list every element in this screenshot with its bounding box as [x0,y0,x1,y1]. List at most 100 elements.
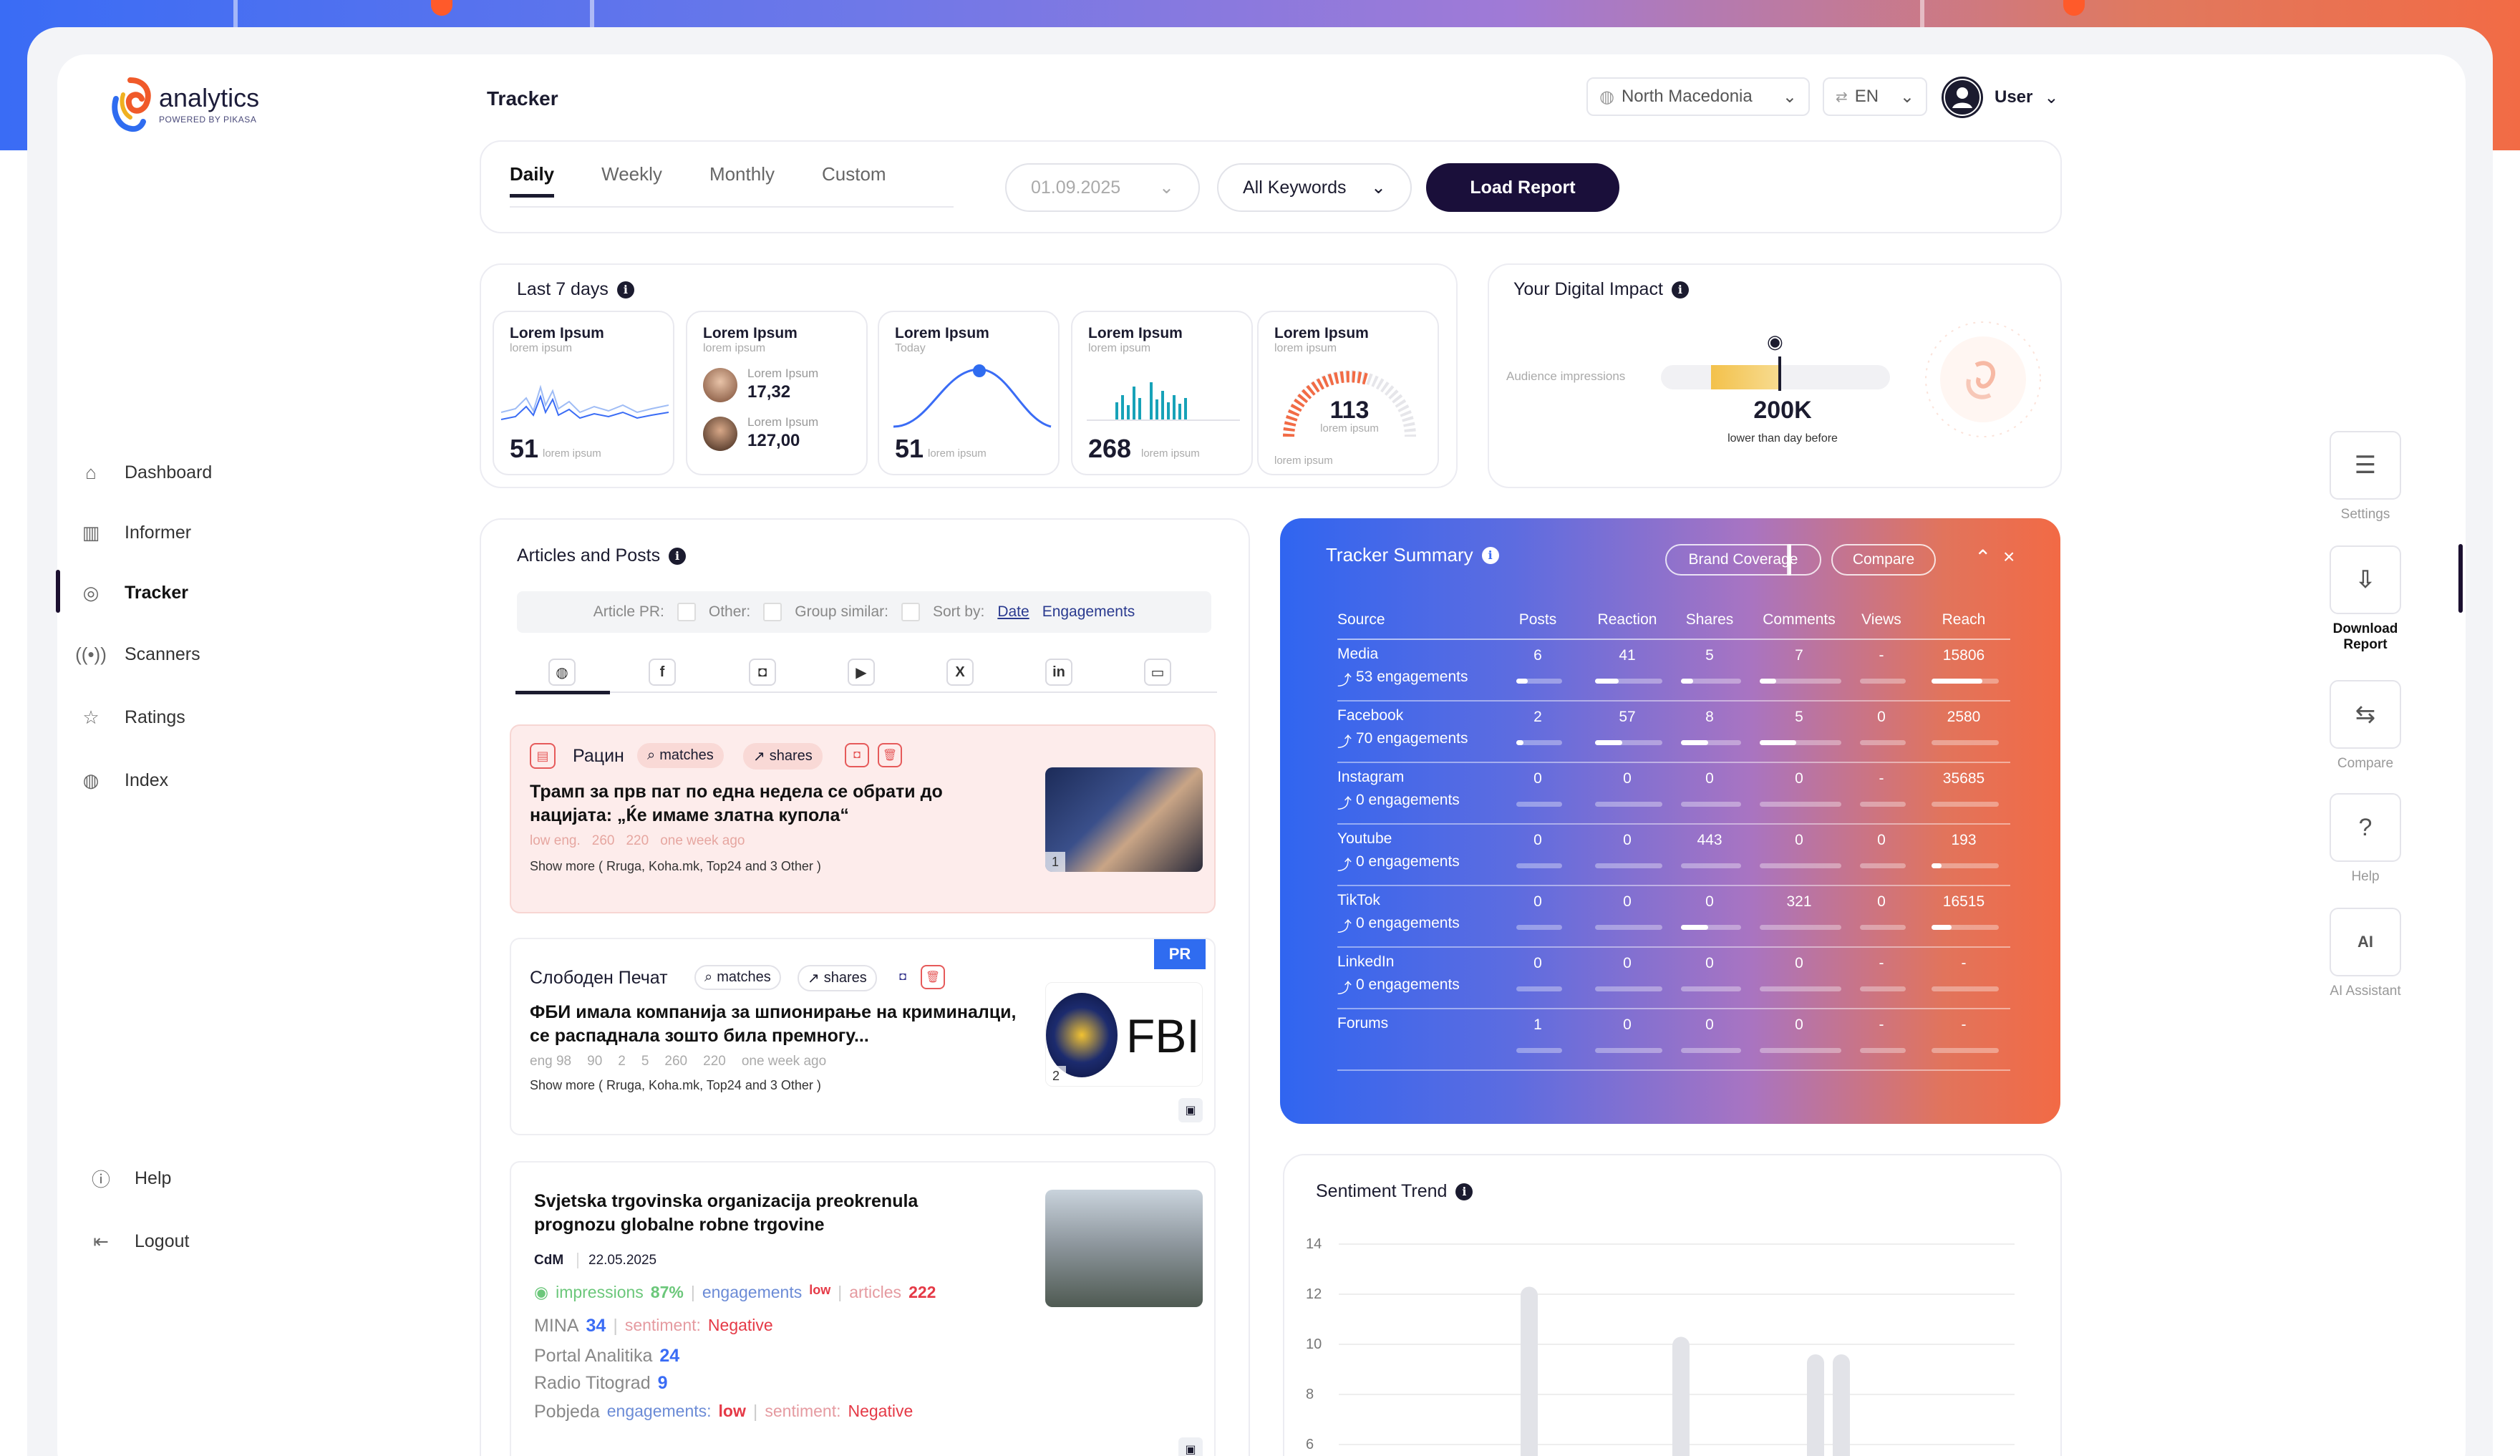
summary-cell: - [1879,955,1884,971]
show-more-link[interactable]: Show more ( Rruga, Koha.mk, Top24 and 3 … [530,859,821,874]
rail-label: Settings [2340,507,2390,522]
youtube-icon[interactable]: ▶ [848,659,875,686]
summary-row[interactable]: Facebook 70 engagements ⤴ 2 57 8 5 0 2580 [1337,702,2010,763]
compare-icon: ⇆ [2330,680,2401,749]
summary-bar [1516,679,1562,684]
info-icon[interactable]: i [669,547,687,565]
rail-ai-assistant[interactable]: AI AI Assistant [2330,908,2401,999]
source-engagements: 70 engagements [1356,730,1468,747]
summary-row[interactable]: LinkedIn 0 engagements ⤴ 0 0 0 0 - - [1337,948,2010,1009]
report-icon[interactable]: ▣ [1178,1098,1203,1122]
bars-icon: ▥ [82,521,100,543]
summary-row[interactable]: Forums 1 0 0 0 - - [1337,1009,2010,1071]
show-more-link[interactable]: Show more ( Rruga, Koha.mk, Top24 and 3 … [530,1078,821,1093]
summary-bar [1932,802,1999,807]
rail-help[interactable]: ? Help [2330,793,2401,885]
delete-icon[interactable]: 🗑 [878,743,902,767]
summary-row[interactable]: TikTok 0 engagements ⤴ 0 0 0 321 0 16515 [1337,886,2010,948]
article-stats-row: ◉ impressions 87% | engagements low | ar… [534,1283,936,1302]
matches-chip[interactable]: ⌕ matches [637,743,724,768]
rail-settings[interactable]: ☰ Settings [2330,431,2401,523]
summary-row[interactable]: Media 53 engagements ⤴ 6 41 5 7 - 15806 [1337,640,2010,702]
sidebar-item-dashboard[interactable]: ⌂ Dashboard [79,451,212,494]
info-icon[interactable]: i [1671,281,1689,299]
decor-dot [2063,0,2085,16]
brand-logo[interactable]: analytics POWERED BY PIKASA [102,70,259,137]
pikasa-watermark-icon [1925,321,2041,437]
sidebar-item-scanners[interactable]: ((•)) Scanners [75,633,200,676]
column-header: Posts [1518,611,1557,628]
compare-button[interactable]: Compare [1831,544,1936,576]
tab-monthly[interactable]: Monthly [709,163,775,198]
date-select[interactable]: 01.09.2025 ⌄ [1005,163,1200,212]
article-card[interactable]: PR Слободен Печат ⌕ matches ↗ shares ◘ 🗑 Ф… [510,938,1216,1135]
x-icon[interactable]: X [946,659,974,686]
article-card[interactable]: ▤ Рацин ⌕ matches ↗ shares ◘ 🗑 Трамп за пр… [510,724,1216,913]
page-title: Tracker [487,87,558,110]
sort-date-option[interactable]: Date [997,603,1029,621]
article-title[interactable]: Svjetska trgovinska organizacija preokre… [534,1190,992,1237]
summary-row[interactable]: Instagram 0 engagements ⤴ 0 0 0 0 - 35685 [1337,763,2010,825]
stat-card[interactable]: Lorem Ipsum lorem ipsum 113 lorem ipsum … [1257,311,1439,475]
linkedin-icon[interactable]: in [1045,659,1072,686]
divider: | [838,1283,843,1301]
sidebar-item-index[interactable]: ◍ Index [79,759,169,802]
article-title[interactable]: ФБИ имала компанија за шпионирање на кри… [530,1001,1024,1048]
article-pr-checkbox[interactable] [677,603,696,621]
other-checkbox[interactable] [763,603,782,621]
date-value: 01.09.2025 [1031,177,1121,198]
stat-card[interactable]: Lorem Ipsum Today 51 lorem ipsum [878,311,1060,475]
article-thumbnail[interactable]: 1 [1045,767,1203,872]
info-icon[interactable]: i [1481,546,1499,564]
chevron-up-icon[interactable]: ⌃ [1974,545,1991,569]
keywords-select[interactable]: All Keywords ⌄ [1217,163,1412,212]
logout-link[interactable]: ⇤ Logout [89,1220,189,1263]
article-thumbnail[interactable] [1045,1190,1203,1307]
user-menu[interactable]: User ⌄ [1942,74,2058,120]
article-thumbnail[interactable]: FBI 2 [1045,982,1203,1087]
comment-icon[interactable]: ▭ [1144,659,1171,686]
rail-download-report[interactable]: ⇩ Download Report [2330,545,2401,653]
tab-custom[interactable]: Custom [822,163,886,198]
sidebar-item-informer[interactable]: ▥ Informer [79,511,191,554]
facebook-icon[interactable]: f [649,659,676,686]
summary-cell: 0 [1533,832,1542,848]
sidebar-item-tracker[interactable]: ◎ Tracker [79,571,188,614]
article-card[interactable]: Svjetska trgovinska organizacija preokre… [510,1161,1216,1456]
source-engagements: 53 engagements [1356,669,1468,685]
info-icon[interactable]: i [1455,1183,1473,1200]
tab-weekly[interactable]: Weekly [601,163,662,198]
info-icon[interactable]: i [616,281,634,299]
group-similar-checkbox[interactable] [901,603,920,621]
articles-label: Articles and Posts [517,545,661,566]
sort-engagements-option[interactable]: Engagements [1042,603,1135,621]
close-icon[interactable]: × [2003,545,2015,568]
summary-bar-fill [1516,679,1528,684]
shares-chip[interactable]: ↗ shares [743,743,823,770]
summary-row[interactable]: Youtube 0 engagements ⤴ 0 0 443 0 0 193 [1337,825,2010,886]
stat-card[interactable]: Lorem Ipsum lorem ipsum 51 lorem ipsum [493,311,674,475]
language-select[interactable]: ⇄ EN ⌄ [1823,77,1927,116]
shares-chip[interactable]: ↗ shares [798,965,877,991]
summary-bar [1516,1048,1562,1053]
tab-daily[interactable]: Daily [510,163,555,198]
country-select[interactable]: ◍ North Macedonia ⌄ [1586,77,1810,116]
instagram-icon[interactable]: ◘ [892,966,914,988]
delete-icon[interactable]: 🗑 [921,965,945,989]
stat-card[interactable]: Lorem Ipsum lorem ipsum Lorem Ipsum 17,3… [686,311,868,475]
article-title[interactable]: Трамп за прв пат по една недела се обрат… [530,780,1024,828]
help-link[interactable]: ⓘ Help [89,1157,171,1200]
globe-icon[interactable]: ◍ [548,659,576,686]
stat-card[interactable]: Lorem Ipsum lorem ipsum 268 lorem ipsum [1071,311,1253,475]
summary-cell: 0 [1533,893,1542,910]
report-icon[interactable]: ▣ [1178,1437,1203,1456]
brand-coverage-button[interactable]: Brand Coverage [1665,544,1821,576]
matches-chip[interactable]: ⌕ matches [694,965,781,990]
instagram-icon[interactable]: ◘ [845,743,869,767]
rail-compare[interactable]: ⇆ Compare [2330,680,2401,772]
instagram-icon[interactable]: ◘ [749,659,776,686]
sidebar-item-ratings[interactable]: ☆ Ratings [79,696,185,739]
person-label: Lorem Ipsum [747,415,819,429]
summary-cell: 0 [1877,709,1886,725]
load-report-button[interactable]: Load Report [1426,163,1619,212]
